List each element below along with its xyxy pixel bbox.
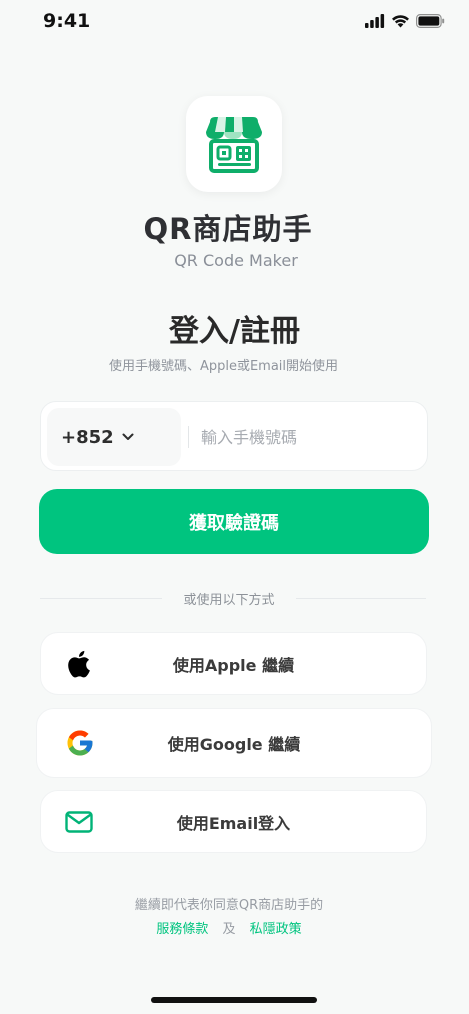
cellular-signal-icon (365, 13, 385, 32)
login-screen: 9:41 QR商店助手 QR Code Maker 登入/註冊 使用手機號碼、A… (0, 0, 469, 1014)
storefront-qr-icon (206, 117, 262, 173)
terms-and-text: 及 (222, 922, 236, 937)
app-name: QR商店助手 (143, 212, 313, 246)
page-hint: 使用手機號碼、Apple或Email開始使用 (108, 359, 339, 374)
phone-number-input[interactable] (201, 412, 421, 462)
login-with-email-button[interactable]: 使用Email登入 (40, 790, 427, 853)
app-subtitle: QR Code Maker (174, 251, 298, 270)
app-logo (186, 96, 282, 192)
apple-button-label: 使用Apple 繼續 (172, 655, 295, 675)
status-icons (365, 13, 445, 32)
status-time: 9:41 (43, 10, 91, 32)
wifi-icon (391, 13, 410, 32)
separator-line-right (296, 598, 426, 599)
email-button-label: 使用Email登入 (176, 813, 291, 833)
status-bar: 9:41 (0, 0, 469, 44)
get-verification-code-button[interactable]: 獲取驗證碼 (39, 489, 429, 554)
terms-of-service-link[interactable]: 服務條款 (156, 922, 208, 937)
continue-with-google-button[interactable]: 使用Google 繼續 (36, 708, 432, 778)
input-divider (188, 426, 189, 448)
continue-with-apple-button[interactable]: 使用Apple 繼續 (40, 632, 427, 695)
battery-icon (416, 13, 445, 32)
page-title: 登入/註冊 (169, 314, 300, 349)
privacy-policy-link[interactable]: 私隱政策 (250, 922, 302, 937)
phone-input-group: +852 (40, 401, 428, 471)
country-code-value: +852 (61, 426, 114, 448)
terms-notice: 繼續即代表你同意QR商店助手的 (134, 898, 324, 913)
terms-links: 服務條款 及 私隱政策 (0, 918, 458, 937)
google-button-label: 使用Google 繼續 (167, 735, 301, 754)
country-code-selector[interactable]: +852 (47, 408, 181, 466)
chevron-down-icon (122, 433, 134, 441)
home-indicator[interactable] (151, 997, 317, 1003)
